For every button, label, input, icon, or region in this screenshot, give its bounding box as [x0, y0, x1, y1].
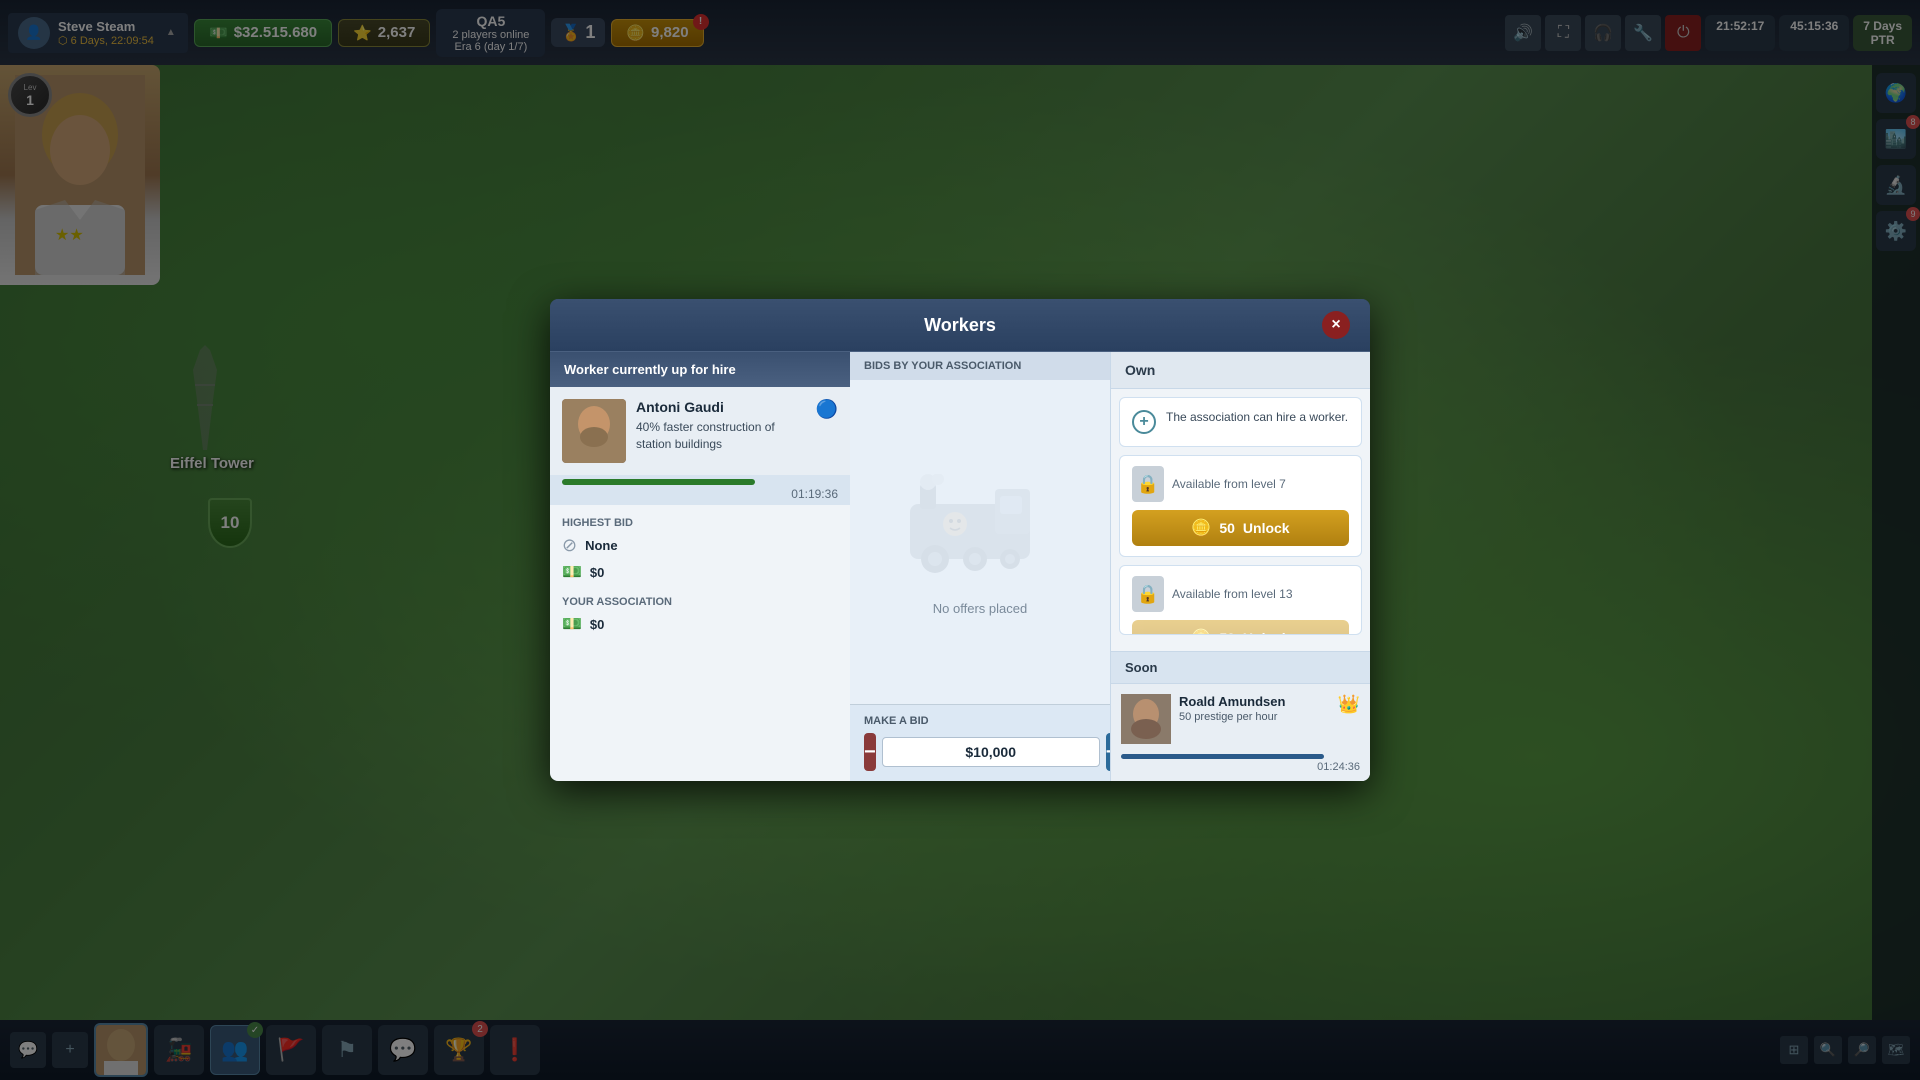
unlock-label-2: Unlock	[1243, 630, 1290, 635]
worker-special-icon: 🔵	[816, 399, 838, 420]
left-panel: Worker currently up for hire Antoni Gaud…	[550, 352, 850, 781]
workers-dialog: Workers × Worker currently up for hire	[550, 299, 1370, 781]
worker-ability: 40% faster construction of station build…	[636, 419, 806, 453]
worker-hire-header: Worker currently up for hire	[550, 352, 850, 387]
soon-header: Soon	[1111, 652, 1370, 684]
highest-bid-money: $0	[590, 565, 604, 580]
locked-level-text-1: Available from level 7	[1172, 477, 1286, 491]
soon-crown-icon: 👑	[1338, 694, 1360, 715]
worker-details: Antoni Gaudi 40% faster construction of …	[636, 399, 806, 453]
bid-section: HIGHEST BID ⊘ None 💵 $0 YOUR ASSOCIATION…	[550, 505, 850, 781]
assoc-bid-money: $0	[590, 617, 604, 632]
soon-worker-card: Roald Amundsen 50 prestige per hour 👑	[1111, 684, 1370, 754]
dialog-title: Workers	[598, 315, 1322, 336]
unlock-label-1: Unlock	[1243, 520, 1290, 536]
locked-slot-2: 🔒 Available from level 13 🪙 50 Unlock	[1119, 565, 1362, 635]
worker-portrait	[562, 399, 626, 463]
dialog-body: Worker currently up for hire Antoni Gaud…	[550, 352, 1370, 781]
unlock-button-1[interactable]: 🪙 50 Unlock	[1132, 510, 1349, 546]
unlock-cost-2: 50	[1219, 630, 1235, 635]
soon-timer-text: 01:24:36	[1121, 761, 1360, 773]
no-bid-icon: ⊘	[562, 535, 577, 556]
dialog-header: Workers ×	[550, 299, 1370, 352]
unlock-cost-1: 50	[1219, 520, 1235, 536]
bid-minus-button[interactable]: −	[864, 733, 876, 771]
bid-input-row: − + ✓	[864, 733, 1096, 771]
lock-icon-2: 🔒	[1132, 576, 1164, 612]
highest-bid-label: HIGHEST BID	[562, 517, 838, 529]
worker-name: Antoni Gaudi	[636, 399, 806, 415]
locked-level-text-2: Available from level 13	[1172, 587, 1293, 601]
make-bid-label: MAKE A BID	[864, 715, 1096, 727]
train-illustration	[900, 469, 1060, 589]
money-bid-icon: 💵	[562, 562, 582, 582]
locked-slot-1: 🔒 Available from level 7 🪙 50 Unlock	[1119, 455, 1362, 557]
unlock-button-2[interactable]: 🪙 50 Unlock	[1132, 620, 1349, 635]
hire-text: The association can hire a worker.	[1166, 410, 1348, 424]
right-panel: Own + The association can hire a worker.…	[1110, 352, 1370, 781]
timer-progress-bar	[562, 479, 755, 485]
timer-text: 01:19:36	[562, 487, 838, 501]
soon-worker-details: Roald Amundsen 50 prestige per hour	[1179, 694, 1330, 723]
soon-section: Soon Roald Amundsen 50 prestige per hour	[1111, 651, 1370, 781]
soon-timer-bar: 01:24:36	[1121, 754, 1360, 773]
hire-message-box: + The association can hire a worker.	[1119, 397, 1362, 447]
soon-worker-ability: 50 prestige per hour	[1179, 711, 1330, 723]
no-offers-text: No offers placed	[933, 601, 1027, 616]
own-section-header: Own	[1111, 352, 1370, 389]
modal-overlay: Workers × Worker currently up for hire	[0, 0, 1920, 1080]
bids-content: No offers placed	[850, 380, 1110, 704]
assoc-bid-label: YOUR ASSOCIATION	[562, 596, 838, 608]
soon-worker-name: Roald Amundsen	[1179, 694, 1330, 709]
highest-bid-value: None	[585, 538, 618, 553]
coin-icon-2: 🪙	[1191, 628, 1211, 635]
coin-icon-1: 🪙	[1191, 518, 1211, 538]
bids-by-assoc-header: BIDS BY YOUR ASSOCIATION	[850, 352, 1110, 380]
hire-plus-icon: +	[1132, 410, 1156, 434]
middle-panel: BIDS BY YOUR ASSOCIATION	[850, 352, 1110, 781]
bid-amount-input[interactable]	[882, 737, 1100, 767]
soon-progress-bar	[1121, 754, 1324, 759]
bid-input-area: MAKE A BID − + ✓	[850, 704, 1110, 781]
worker-info-card: Antoni Gaudi 40% faster construction of …	[550, 387, 850, 475]
soon-worker-portrait	[1121, 694, 1171, 744]
assoc-money-icon: 💵	[562, 614, 582, 634]
lock-icon-1: 🔒	[1132, 466, 1164, 502]
timer-bar: 01:19:36	[550, 475, 850, 505]
own-content: + The association can hire a worker. 🔒 A…	[1111, 389, 1370, 651]
close-dialog-button[interactable]: ×	[1322, 311, 1350, 339]
